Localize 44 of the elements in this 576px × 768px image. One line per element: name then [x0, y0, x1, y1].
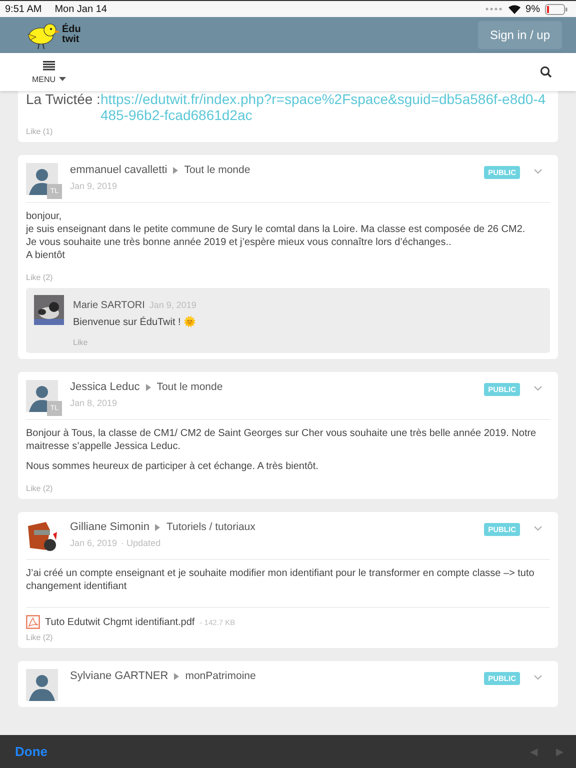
- logo-text: twit: [62, 35, 80, 45]
- post-text: Nous sommes heureux de participer à cet échange. A très bientôt.: [26, 460, 320, 473]
- post-text: Bonjour à Tous, la classe de CM1/ CM2 de Saint Georges sur Cher vous souhaite une très belle année 2019. Notre maitresse s’appelle Jessica Leduc.: [26, 427, 538, 453]
- logo-text: Édu: [62, 25, 81, 35]
- chevron-down-icon[interactable]: [534, 675, 542, 680]
- author-name[interactable]: Gilliane Simonin: [70, 521, 150, 533]
- space-name[interactable]: Tout le monde: [184, 164, 250, 176]
- menu-button[interactable]: MENU: [32, 60, 66, 84]
- caret-icon: [173, 166, 178, 174]
- chevron-down-icon[interactable]: [534, 169, 542, 174]
- author-name[interactable]: Jessica Leduc: [70, 381, 140, 393]
- avatar-silhouette-icon: [26, 669, 58, 701]
- battery-icon: [545, 4, 568, 14]
- chevron-down-icon[interactable]: [534, 386, 542, 391]
- comment-text: Bienvenue sur ÉduTwit !: [73, 317, 182, 328]
- post-date: Jan 6, 2019: [70, 538, 118, 548]
- attachment-link[interactable]: Tuto Edutwit Chgmt identifiant.pdf: [45, 616, 195, 628]
- post-text: J’ai créé un compte enseignant et je souhaite modifier mon identifiant pour le transformer en compte classe –> tuto changement identifiant: [26, 567, 536, 593]
- done-button[interactable]: Done: [15, 744, 48, 759]
- caret-icon: [146, 384, 151, 390]
- post-date: Jan 9, 2019: [70, 181, 118, 191]
- author-name[interactable]: emmanuel cavalletti: [70, 164, 168, 176]
- caret-icon: [174, 672, 180, 680]
- space-name[interactable]: monPatrimoine: [185, 670, 256, 682]
- author-name[interactable]: Sylviane GARTNER: [70, 670, 168, 682]
- post-date: Jan 8, 2019: [70, 398, 118, 408]
- pdf-file-icon: [26, 615, 40, 629]
- space-name[interactable]: Tout le monde: [156, 381, 223, 393]
- wifi-icon: [508, 4, 521, 14]
- caret-icon: [155, 524, 160, 530]
- caret-down-icon: [58, 77, 66, 81]
- status-time: 9:51 AM: [5, 4, 42, 14]
- battery-text: 9%: [526, 4, 540, 14]
- comment-author[interactable]: Marie SARTORI: [73, 300, 145, 311]
- chevron-down-icon[interactable]: [534, 526, 542, 531]
- signal-icon: [484, 7, 503, 11]
- space-name[interactable]: Tutoriels / tutoriaux: [166, 521, 256, 533]
- post-text: bonjour, je suis enseignant dans le petite commune de Sury le comtal dans la Loire. Ma classe est composée de 26 CM2. Je vous souhaite une très bonne année 2019 et j’espère mieux vous connaître lors d’échanges.. A bientôt: [26, 210, 526, 262]
- search-icon[interactable]: [540, 66, 552, 78]
- status-date: Mon Jan 14: [54, 4, 107, 14]
- post-title: La Twictée :: [26, 91, 100, 107]
- updated-label: · Updated: [121, 538, 161, 548]
- sun-emoji: 🌞: [184, 317, 196, 328]
- menu-icon: [42, 60, 55, 70]
